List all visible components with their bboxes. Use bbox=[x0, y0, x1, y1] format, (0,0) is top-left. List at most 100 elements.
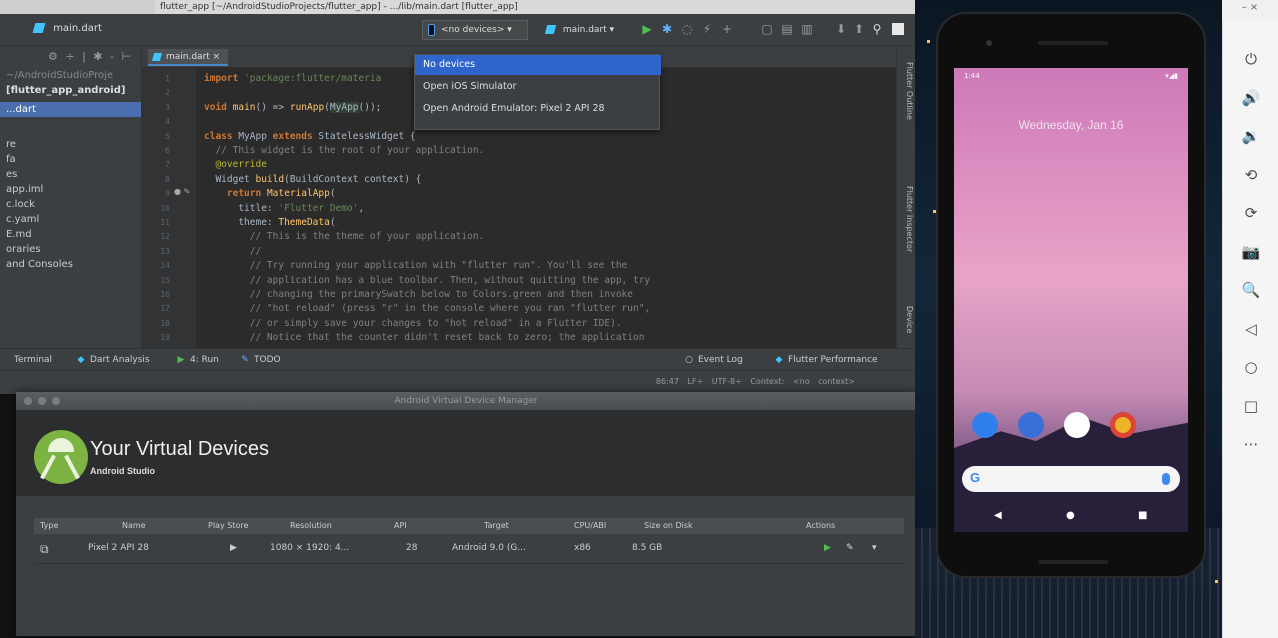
code-line: // bbox=[249, 245, 262, 257]
project-tree-item[interactable]: and Consoles bbox=[0, 257, 141, 272]
window-control-icon[interactable] bbox=[892, 23, 904, 35]
hot-reload-icon[interactable]: ⚡ bbox=[700, 22, 714, 36]
run-config-label: main.dart bbox=[562, 25, 607, 35]
overview-icon[interactable]: □ bbox=[1223, 391, 1278, 421]
rotate-left-icon[interactable]: ⟲ bbox=[1223, 160, 1278, 190]
google-search-bar[interactable]: G bbox=[962, 466, 1180, 492]
avd-device-row[interactable]: ⧉ Pixel 2 API 28 ▶ 1080 × 1920: 4... 28 … bbox=[34, 534, 904, 564]
device-target: Android 9.0 (G... bbox=[452, 543, 526, 553]
nav-recents-icon[interactable]: ■ bbox=[1138, 510, 1147, 521]
run-tab[interactable]: ▶ 4: Run bbox=[176, 353, 219, 367]
run-config-selector[interactable]: main.dart ▾ bbox=[544, 20, 630, 40]
col-api[interactable]: API bbox=[394, 521, 407, 530]
dropdown-item-ios-simulator[interactable]: Open iOS Simulator bbox=[415, 77, 661, 97]
avd-manager-icon[interactable]: ▤ bbox=[780, 22, 794, 36]
phone-icon bbox=[428, 24, 435, 36]
project-tree: ~/AndroidStudioProje [flutter_app_android… bbox=[0, 68, 141, 272]
more-actions-icon[interactable]: ▾ bbox=[872, 543, 877, 553]
volume-up-icon[interactable]: 🔊 bbox=[1223, 83, 1278, 113]
window-caption-text: flutter_app [~/AndroidStudioProjects/flu… bbox=[160, 2, 518, 12]
device-selector[interactable]: <no devices> ▾ bbox=[422, 20, 528, 40]
emulator-screen[interactable]: 1:44 ▾◢▮ Wednesday, Jan 16 G ◀ ● ■ bbox=[954, 68, 1188, 532]
project-tree-item[interactable]: c.yaml bbox=[0, 212, 141, 227]
run-icon[interactable]: ▶ bbox=[640, 22, 654, 36]
breadcrumb-file[interactable]: main.dart bbox=[53, 23, 102, 34]
back-icon[interactable]: ◁ bbox=[1223, 314, 1278, 344]
project-tree-item[interactable]: oraries bbox=[0, 242, 141, 257]
front-camera bbox=[986, 40, 992, 46]
zoom-icon[interactable]: 🔍 bbox=[1223, 275, 1278, 305]
nav-back-icon[interactable]: ◀ bbox=[994, 510, 1002, 521]
project-tree-item[interactable]: c.lock bbox=[0, 197, 141, 212]
project-tree-item[interactable]: [flutter_app_android] bbox=[0, 83, 141, 98]
code-line: Widget build(BuildContext context) { bbox=[204, 173, 422, 185]
terminal-tab[interactable]: Terminal bbox=[14, 353, 52, 367]
zoom-window-button[interactable] bbox=[52, 397, 60, 405]
project-tree-item[interactable]: E.md bbox=[0, 227, 141, 242]
code-line: // This widget is the root of your appli… bbox=[215, 145, 485, 156]
android-icon[interactable]: ⬆ bbox=[852, 22, 866, 36]
power-icon[interactable]: ⏻ bbox=[1223, 44, 1278, 74]
minimize-window-button[interactable] bbox=[38, 397, 46, 405]
close-window-button[interactable] bbox=[24, 397, 32, 405]
col-play-store[interactable]: Play Store bbox=[208, 521, 248, 530]
attach-icon[interactable]: ◌ bbox=[680, 22, 694, 36]
event-log-tab[interactable]: ○ Event Log bbox=[684, 353, 743, 367]
rotate-right-icon[interactable]: ⟳ bbox=[1223, 198, 1278, 228]
nav-home-icon[interactable]: ● bbox=[1066, 510, 1075, 521]
flutter-icon[interactable]: ⬇ bbox=[834, 22, 848, 36]
status-text: 86:47 LF÷ UTF-8÷ Context: <no context> bbox=[655, 377, 855, 386]
project-tree-item[interactable]: app.iml bbox=[0, 182, 141, 197]
todo-tab[interactable]: ✎ TODO bbox=[240, 353, 280, 367]
launch-avd-icon[interactable]: ▶ bbox=[824, 543, 831, 553]
line-number: 13 bbox=[160, 246, 170, 256]
camera-icon[interactable]: 📷 bbox=[1223, 237, 1278, 267]
navigation-bar[interactable]: main.dart bbox=[6, 23, 102, 34]
col-resolution[interactable]: Resolution bbox=[290, 521, 332, 530]
project-panel-actions[interactable]: ⚙ ÷ | ✱ - ⊢ bbox=[0, 46, 141, 68]
tab-main-dart[interactable]: main.dart × bbox=[148, 49, 229, 66]
col-type[interactable]: Type bbox=[40, 521, 58, 530]
project-structure-icon[interactable]: ▥ bbox=[800, 22, 814, 36]
edit-avd-icon[interactable]: ✎ bbox=[846, 543, 854, 553]
device-resolution: 1080 × 1920: 4... bbox=[270, 543, 350, 553]
dropdown-item-android-emulator[interactable]: Open Android Emulator: Pixel 2 API 28 bbox=[415, 99, 661, 119]
play-store-icon: ▶ bbox=[230, 543, 237, 553]
search-icon[interactable]: ⚲ bbox=[870, 22, 884, 36]
messages-app-icon[interactable] bbox=[1018, 412, 1044, 438]
col-size[interactable]: Size on Disk bbox=[644, 521, 693, 530]
code-line: // Notice that the counter didn't reset … bbox=[249, 332, 645, 344]
tool-window-bar: Terminal ◆ Dart Analysis ▶ 4: Run ✎ TODO ○ E… bbox=[0, 348, 915, 370]
project-tree-item[interactable]: ~/AndroidStudioProje bbox=[0, 68, 141, 83]
col-name[interactable]: Name bbox=[122, 521, 146, 530]
device-cpu: x86 bbox=[574, 543, 591, 553]
flutter-outline-tab[interactable]: Flutter Outline bbox=[899, 62, 914, 120]
flutter-inspector-tab[interactable]: Flutter Inspector bbox=[899, 186, 914, 252]
sdk-manager-icon[interactable]: ▢ bbox=[760, 22, 774, 36]
debug-icon[interactable]: ✱ bbox=[660, 22, 674, 36]
dropdown-item-no-devices[interactable]: No devices bbox=[415, 55, 661, 75]
project-tree-item[interactable]: re bbox=[0, 137, 141, 152]
project-tree-item[interactable]: ...dart bbox=[0, 102, 141, 117]
emulator-window-controls[interactable]: – × bbox=[1222, 0, 1278, 20]
android-studio-logo-icon bbox=[34, 430, 88, 484]
more-icon[interactable]: ⋯ bbox=[1223, 429, 1278, 459]
code-line: // "hot reload" (press "r" in the consol… bbox=[249, 303, 651, 315]
project-tree-item[interactable]: fa bbox=[0, 152, 141, 167]
flutter-performance-tab[interactable]: ◆ Flutter Performance bbox=[774, 353, 878, 367]
stop-icon[interactable]: + bbox=[720, 22, 734, 36]
col-target[interactable]: Target bbox=[484, 521, 509, 530]
volume-down-icon[interactable]: 🔉 bbox=[1223, 121, 1278, 151]
chrome-app-icon[interactable] bbox=[1110, 412, 1136, 438]
mic-icon[interactable] bbox=[1162, 473, 1170, 485]
phone-app-icon[interactable] bbox=[972, 412, 998, 438]
dart-analysis-tab[interactable]: ◆ Dart Analysis bbox=[76, 353, 150, 367]
play-store-app-icon[interactable] bbox=[1064, 412, 1090, 438]
code-line: // or simply save your changes to "hot r… bbox=[249, 317, 622, 329]
home-icon[interactable]: ○ bbox=[1223, 352, 1278, 382]
project-tree-item[interactable]: es bbox=[0, 167, 141, 182]
device-file-explorer-tab[interactable]: Device bbox=[899, 306, 914, 333]
avd-subheading: Android Studio bbox=[90, 466, 155, 476]
override-gutter-icon[interactable]: ● ✎ bbox=[174, 187, 190, 196]
col-cpu[interactable]: CPU/ABI bbox=[574, 521, 606, 530]
